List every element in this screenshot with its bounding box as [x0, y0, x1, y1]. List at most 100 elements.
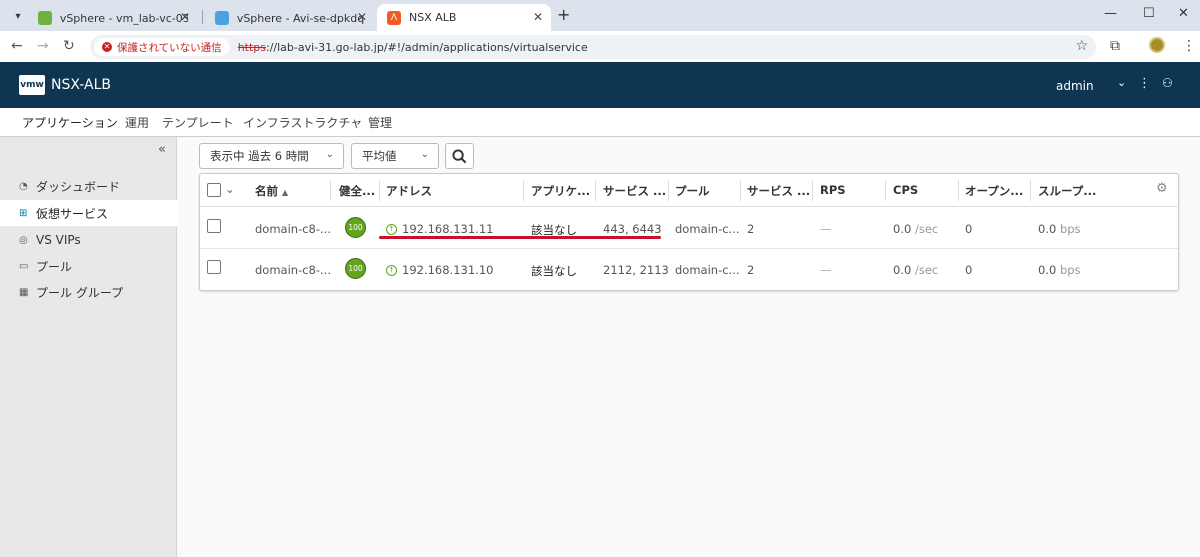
vs-name[interactable]: domain-c8-...	[255, 263, 331, 277]
tab-title: vSphere - vm_lab-vc-03 - 仮想マ	[59, 11, 188, 25]
address-bar[interactable]: ✕ 保護されていない通信 https://lab-avi-31.go-lab.j…	[90, 35, 1096, 59]
nav-infrastructure[interactable]: インフラストラクチャ	[243, 114, 362, 137]
browser-tab-2[interactable]: vSphere - Avi-se-dpkdq - サマリ ✕	[205, 4, 375, 31]
browser-tab-1[interactable]: vSphere - vm_lab-vc-03 - 仮想マ ✕	[28, 4, 198, 31]
vs-service-engines: 2	[747, 263, 755, 277]
column-application[interactable]: アプリケ...	[531, 183, 593, 199]
chevron-down-icon: ⌄	[325, 149, 334, 160]
vs-pool[interactable]: domain-c...	[675, 263, 740, 277]
table-row[interactable]: domain-c8-... 100 ↑ 192.168.131.10 該当なし 2…	[200, 249, 1178, 290]
nav-administration[interactable]: 管理	[368, 114, 392, 137]
vs-address: ↑ 192.168.131.10	[386, 263, 493, 277]
column-cps[interactable]: CPS	[893, 183, 918, 197]
main-nav: アプリケーション 運用 テンプレート インフラストラクチャ 管理	[0, 108, 1200, 140]
user-icon[interactable]: ⚇	[1162, 76, 1173, 90]
tab-search-icon[interactable]: ▾	[8, 6, 28, 26]
insecure-badge[interactable]: ✕ 保護されていない通信	[94, 38, 230, 56]
app-header: vmw NSX-ALB admin ⌄ ⋮ ⚇	[0, 62, 1200, 108]
warning-icon: ✕	[102, 42, 112, 52]
sidebar-item-pools[interactable]: ▭ プール	[0, 253, 177, 279]
column-divider[interactable]	[330, 180, 331, 201]
row-checkbox[interactable]	[207, 219, 221, 233]
sidebar: « ◔ ダッシュボード ⊞ 仮想サービス ◎ VS VIPs ▭ プール ▦ プ…	[0, 137, 177, 557]
sidebar-item-pool-groups[interactable]: ▦ プール グループ	[0, 279, 177, 305]
reload-icon[interactable]: ↻	[63, 38, 75, 54]
column-address[interactable]: アドレス	[386, 183, 432, 199]
time-range-dropdown[interactable]: 表示中 過去 6 時間 ⌄	[199, 143, 344, 169]
vs-rps: —	[820, 222, 832, 236]
sidebar-item-vs-vips[interactable]: ◎ VS VIPs	[0, 227, 177, 253]
close-icon[interactable]: ✕	[180, 10, 190, 24]
collapse-sidebar-icon[interactable]: «	[158, 142, 166, 157]
sidebar-item-dashboard[interactable]: ◔ ダッシュボード	[0, 173, 177, 199]
chevron-down-icon[interactable]: ⌄	[1117, 76, 1126, 89]
column-divider[interactable]	[668, 180, 669, 201]
gear-icon[interactable]: ⚙	[1156, 181, 1168, 196]
column-divider[interactable]	[379, 180, 380, 201]
column-pool[interactable]: プール	[675, 183, 710, 199]
pool-icon: ▭	[19, 260, 29, 272]
maximize-icon[interactable]: ☐	[1143, 6, 1155, 21]
nav-operations[interactable]: 運用	[125, 114, 149, 137]
column-divider[interactable]	[812, 180, 813, 201]
search-button[interactable]	[445, 143, 474, 169]
sidebar-item-virtual-services[interactable]: ⊞ 仮想サービス	[0, 200, 177, 226]
column-open-connections[interactable]: オープン...	[965, 183, 1027, 199]
nav-templates[interactable]: テンプレート	[162, 114, 234, 137]
column-divider[interactable]	[1030, 180, 1031, 201]
health-score-badge[interactable]: 100	[345, 258, 366, 279]
bookmark-star-icon[interactable]: ☆	[1075, 38, 1088, 54]
vs-name[interactable]: domain-c8-...	[255, 222, 331, 236]
tab-title: NSX ALB	[409, 11, 457, 24]
column-services[interactable]: サービス ...	[603, 183, 665, 199]
more-vertical-icon[interactable]: ⋮	[1138, 76, 1151, 91]
more-menu-icon[interactable]: ⋮	[1182, 38, 1196, 54]
column-divider[interactable]	[523, 180, 524, 201]
extensions-icon[interactable]: ⧉	[1110, 38, 1120, 54]
vs-throughput: 0.0 bps	[1038, 263, 1081, 277]
column-label: 名前	[255, 184, 278, 198]
cps-unit: /sec	[914, 222, 939, 236]
column-rps[interactable]: RPS	[820, 183, 846, 197]
dashboard-icon: ◔	[19, 180, 28, 192]
browser-toolbar: ← → ↻ ✕ 保護されていない通信 https://lab-avi-31.go…	[0, 31, 1200, 62]
sidebar-item-label: 仮想サービス	[36, 206, 109, 221]
main-content: 表示中 過去 6 時間 ⌄ 平均値 ⌄ ⌄ 名前 ▲ 健全... アドレス アプ…	[177, 137, 1200, 557]
throughput-unit: bps	[1059, 263, 1081, 277]
avi-icon: Λ	[387, 10, 401, 25]
vs-services: 443, 6443	[603, 222, 662, 236]
row-checkbox[interactable]	[207, 260, 221, 274]
close-window-icon[interactable]: ✕	[1178, 6, 1189, 21]
new-tab-icon[interactable]: +	[557, 5, 570, 24]
column-health[interactable]: 健全...	[339, 183, 379, 199]
table-header: ⌄ 名前 ▲ 健全... アドレス アプリケ... サービス ... プール サ…	[200, 174, 1178, 207]
forward-icon[interactable]: →	[37, 38, 49, 54]
column-divider[interactable]	[958, 180, 959, 201]
tab-divider	[202, 10, 203, 24]
column-service-engines[interactable]: サービス ...	[747, 183, 811, 199]
close-icon[interactable]: ✕	[533, 10, 543, 24]
tab-title: vSphere - Avi-se-dpkdq - サマリ	[236, 11, 365, 25]
throughput-value: 0.0	[1038, 222, 1057, 236]
column-name[interactable]: 名前 ▲	[255, 183, 288, 199]
column-divider[interactable]	[740, 180, 741, 201]
browser-tab-active[interactable]: Λ NSX ALB ✕	[377, 4, 551, 31]
vs-pool[interactable]: domain-c...	[675, 222, 740, 236]
column-divider[interactable]	[595, 180, 596, 201]
vs-open-connections: 0	[965, 222, 973, 236]
table-row[interactable]: domain-c8-... 100 ↑ 192.168.131.11 該当なし 4…	[200, 208, 1178, 249]
minimize-icon[interactable]: —	[1104, 6, 1117, 21]
column-throughput[interactable]: スループ...	[1038, 183, 1100, 199]
column-divider[interactable]	[885, 180, 886, 201]
close-icon[interactable]: ✕	[357, 10, 367, 24]
chevron-down-icon[interactable]: ⌄	[225, 182, 235, 196]
health-score-badge[interactable]: 100	[345, 217, 366, 238]
profile-avatar[interactable]	[1149, 37, 1165, 53]
select-all-checkbox[interactable]	[207, 183, 221, 197]
cps-value: 0.0	[893, 222, 912, 236]
cps-unit: /sec	[914, 263, 939, 277]
user-name[interactable]: admin	[1056, 79, 1094, 93]
url-text[interactable]: https://lab-avi-31.go-lab.jp/#!/admin/ap…	[238, 41, 588, 54]
back-icon[interactable]: ←	[11, 38, 23, 54]
metric-dropdown[interactable]: 平均値 ⌄	[351, 143, 439, 169]
